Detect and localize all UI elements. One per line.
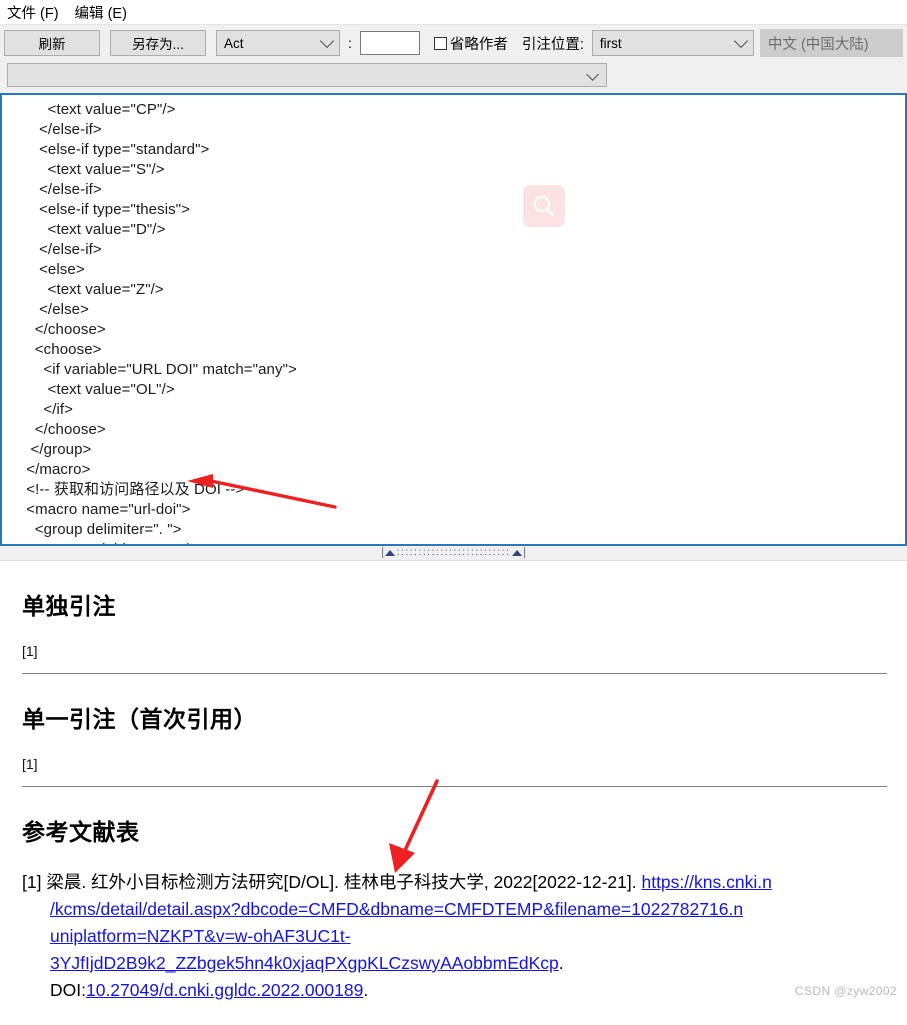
code-line: </if> — [22, 401, 74, 418]
cite-position-label: 引注位置: — [521, 36, 584, 53]
code-line: </else-if> — [22, 121, 102, 138]
code-line: <text value="S"/> — [22, 161, 165, 178]
annotation-arrow-to-dol-marker — [389, 779, 439, 873]
reference-line: DOI:10.27049/d.cnki.ggldc.2022.000189. — [22, 977, 887, 1004]
code-line: <text value="D"/> — [22, 221, 166, 238]
code-line: <!-- 获取和访问路径以及 DOI --> — [22, 481, 245, 498]
reference-text: DOI: — [50, 980, 86, 1000]
reference-link[interactable]: uniplatform=NZKPT&v=w-ohAF3UC1t- — [50, 926, 351, 946]
save-as-button[interactable]: 另存为... — [110, 30, 206, 56]
code-line: </group> — [22, 441, 92, 458]
search-icon — [533, 195, 554, 216]
menu-edit[interactable]: 编辑 (E) — [75, 2, 127, 23]
menu-bar: 文件 (F) 编辑 (E) — [0, 0, 907, 24]
divider-2 — [22, 786, 887, 787]
omit-author-checkbox[interactable] — [433, 36, 447, 50]
code-line: <else> — [22, 261, 85, 278]
style-combo[interactable] — [7, 63, 607, 87]
code-line: <group delimiter=". "> — [22, 521, 182, 538]
reference-link[interactable]: /kcms/detail/detail.aspx?dbcode=CMFD&dbn… — [50, 899, 743, 919]
omit-author-checkbox-group[interactable]: 省略作者 — [433, 33, 508, 54]
watermark: CSDN @zyw2002 — [794, 984, 897, 998]
reference-link[interactable]: https://kns.cnki.n — [641, 872, 771, 892]
code-line: </choose> — [22, 321, 106, 338]
code-line: </choose> — [22, 421, 106, 438]
editor-splitter[interactable]: :::::::::::::::::::::::::: — [0, 546, 907, 561]
entry-type-combo-value: Act — [224, 35, 244, 51]
grip-dots: :::::::::::::::::::::::::: — [396, 547, 511, 558]
divider-1 — [22, 673, 887, 674]
code-line: <else-if type="thesis"> — [22, 201, 191, 218]
separator-colon: : — [348, 35, 352, 51]
chevron-down-icon — [586, 68, 599, 81]
code-line: </else> — [22, 301, 89, 318]
omit-author-label: 省略作者 — [449, 36, 508, 53]
section-heading-bibliography: 参考文献表 — [22, 779, 887, 873]
code-line: <else-if type="standard"> — [22, 141, 210, 158]
citation-preview-standalone: [1] — [22, 643, 38, 659]
reference-text: . — [363, 980, 369, 1000]
grip-triangle-right — [512, 549, 523, 556]
chevron-down-icon — [319, 33, 335, 49]
code-line: <text value="Z"/> — [22, 281, 164, 298]
reference-line: [1] 梁晨. 红外小目标检测方法研究[D/OL]. 桂林电子科技大学, 202… — [22, 869, 887, 896]
preview-pane: 单独引注 [1] 单一引注（首次引用） [1] 参考文献表 [1] 梁晨. 红外… — [0, 587, 907, 1004]
grip-triangle-left — [384, 549, 395, 556]
xml-code-content[interactable]: <text value="CP"/> </else-if> <else-if t… — [2, 95, 905, 544]
citation-preview-single: [1] — [22, 756, 38, 772]
grip-bar-right — [524, 547, 526, 558]
code-line: <if variable="URL DOI" match="any"> — [22, 361, 297, 378]
bibliography-entry: [1] 梁晨. 红外小目标检测方法研究[D/OL]. 桂林电子科技大学, 202… — [22, 869, 887, 1004]
reference-link[interactable]: 10.27049/d.cnki.ggldc.2022.000189 — [86, 980, 363, 1000]
splitter-grip[interactable]: :::::::::::::::::::::::::: — [381, 547, 526, 558]
code-line: <text value="OL"/> — [22, 381, 175, 398]
code-line: </macro> — [22, 461, 91, 478]
reference-text: . — [558, 953, 564, 973]
menu-file[interactable]: 文件 (F) — [7, 2, 59, 23]
chevron-down-icon — [733, 33, 748, 49]
search-icon-overlay[interactable] — [523, 185, 565, 227]
reference-line: /kcms/detail/detail.aspx?dbcode=CMFD&dbn… — [22, 896, 887, 923]
xml-code-editor[interactable]: <text value="CP"/> </else-if> <else-if t… — [0, 93, 907, 546]
style-select-row — [0, 61, 907, 93]
code-line: </else-if> — [22, 241, 102, 258]
language-field: 中文 (中国大陆) — [759, 29, 903, 57]
reference-link[interactable]: 3YJfIjdD2B9k2_ZZbgek5hn4k0xjaqPXgpKLCzsw… — [50, 953, 559, 973]
cite-position-combo-value: first — [599, 35, 622, 51]
toolbar: 刷新 另存为... Act : 省略作者 引注位置: first 中文 (中国大… — [0, 24, 907, 61]
code-line: <text value="CP"/> — [22, 101, 176, 118]
reference-line: uniplatform=NZKPT&v=w-ohAF3UC1t- — [22, 923, 887, 950]
code-line: </else-if> — [22, 181, 102, 198]
section-heading-standalone-cite: 单独引注 — [22, 594, 116, 620]
grip-bar-left — [381, 547, 383, 558]
refresh-button[interactable]: 刷新 — [4, 30, 100, 56]
number-input[interactable] — [359, 31, 420, 55]
code-line: <choose> — [22, 341, 102, 358]
cite-position-combo[interactable]: first — [591, 30, 754, 56]
reference-line: 3YJfIjdD2B9k2_ZZbgek5hn4k0xjaqPXgpKLCzsw… — [22, 950, 887, 977]
code-line: <macro name="url-doi"> — [22, 501, 191, 518]
entry-type-combo[interactable]: Act — [216, 30, 340, 56]
section-heading-single-cite: 单一引注（首次引用） — [22, 707, 257, 733]
reference-text: [1] 梁晨. 红外小目标检测方法研究[D/OL]. 桂林电子科技大学, 202… — [22, 872, 642, 892]
